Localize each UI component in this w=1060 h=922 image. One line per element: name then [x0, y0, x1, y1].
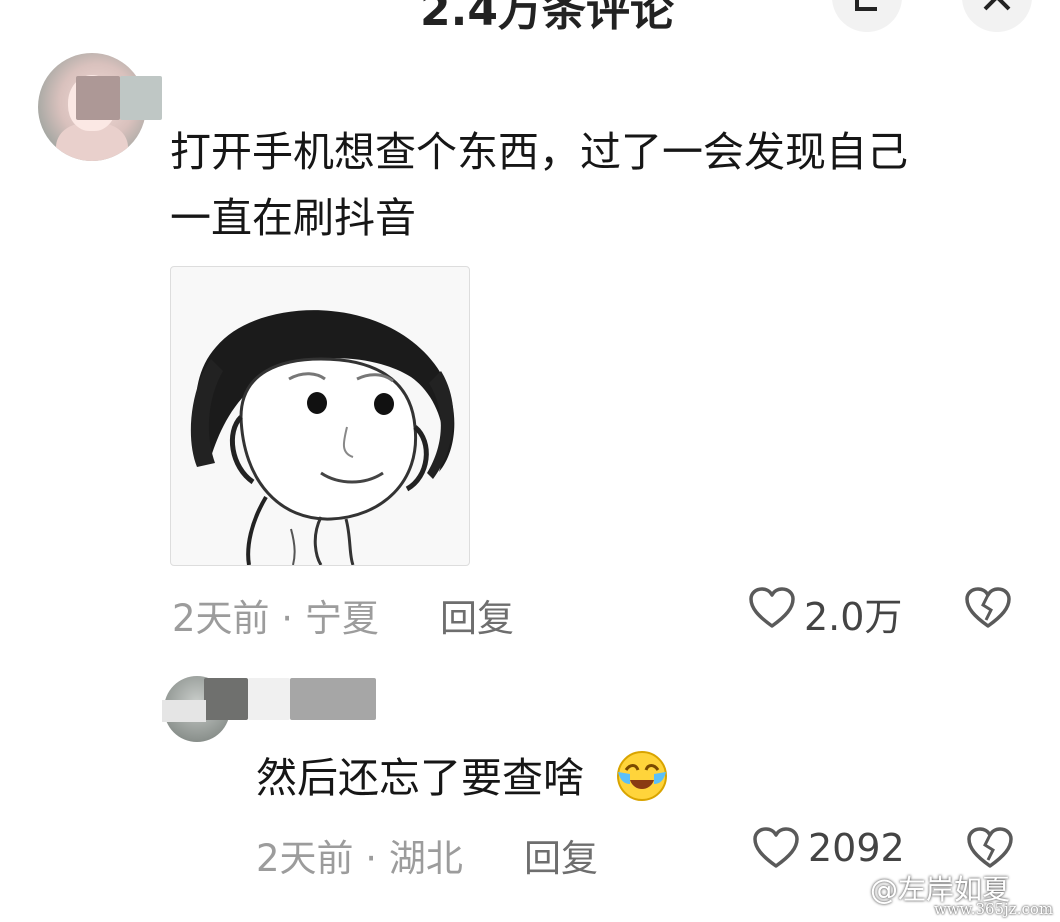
reply-button[interactable]: 回复 [524, 828, 598, 882]
comment-text-line: 一直在刷抖音 [170, 194, 416, 242]
username-redacted [248, 678, 290, 720]
close-button[interactable] [962, 0, 1032, 32]
collapse-button[interactable] [832, 0, 902, 32]
reply-time-location: 2天前 · 湖北 [256, 837, 463, 880]
watermark-site: www.365jz.com [934, 900, 1054, 918]
comment-text-line: 打开手机想查个东西，过了一会发现自己 [170, 128, 908, 176]
crying-laughing-emoji [612, 748, 672, 802]
like-count: 2092 [808, 826, 905, 870]
username-redacted [162, 700, 206, 722]
broken-heart-icon [967, 827, 1013, 868]
username-redacted [290, 678, 376, 720]
heart-icon [749, 587, 795, 628]
username-redacted [76, 76, 120, 120]
expand-icon [855, 0, 877, 11]
dislike-button[interactable] [966, 826, 1014, 870]
meme-image[interactable] [170, 266, 470, 566]
comments-count-title: 2.4万条评论 [420, 0, 674, 36]
meme-face-image [190, 310, 455, 565]
reply-text: 然后还忘了要查啥 [256, 754, 584, 802]
close-icon [983, 0, 1011, 11]
broken-heart-icon [965, 587, 1011, 628]
like-count: 2.0万 [804, 595, 903, 639]
dislike-button[interactable] [964, 586, 1012, 630]
heart-icon [753, 827, 799, 868]
reply-button[interactable]: 回复 [440, 588, 514, 642]
like-button[interactable] [748, 586, 796, 630]
username-redacted [204, 678, 248, 720]
username-redacted [120, 76, 162, 120]
like-button[interactable] [752, 826, 800, 870]
comment-time-location: 2天前 · 宁夏 [172, 597, 379, 640]
